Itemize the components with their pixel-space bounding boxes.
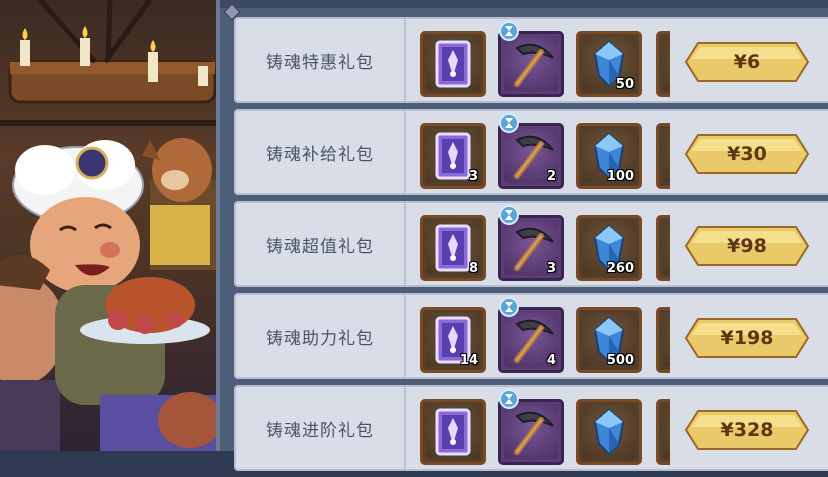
item-slot[interactable]: 3	[420, 123, 486, 189]
gift-pack-row: 铸魂特惠礼包 50 ¥6	[234, 17, 828, 103]
item-count: 14	[459, 353, 478, 368]
pack-title: 铸魂进阶礼包	[236, 387, 406, 469]
price-label: ¥30	[727, 143, 767, 165]
item-slot-partial	[656, 307, 670, 375]
item-slot[interactable]: 3	[498, 205, 564, 281]
pack-title: 铸魂补给礼包	[236, 111, 406, 193]
item-slot[interactable]	[420, 31, 486, 97]
item-slot[interactable]: 14	[420, 307, 486, 373]
soul-card-icon	[435, 408, 471, 456]
item-count: 50	[615, 77, 634, 92]
item-count: 8	[468, 261, 478, 276]
gift-pack-row: 铸魂超值礼包 8 3 260 ¥98	[234, 201, 828, 287]
item-count: 100	[606, 169, 634, 184]
pack-title: 铸魂超值礼包	[236, 203, 406, 285]
item-slot[interactable]: 8	[420, 215, 486, 281]
item-slot[interactable]: 4	[498, 297, 564, 373]
price-button[interactable]: ¥30	[684, 133, 810, 175]
item-slot[interactable]: 50	[576, 31, 642, 97]
gift-pack-row: 铸魂助力礼包 14 4 500 ¥198	[234, 293, 828, 379]
item-slot[interactable]	[498, 389, 564, 465]
item-slot[interactable]: 2	[498, 113, 564, 189]
item-slot[interactable]: 500	[576, 307, 642, 373]
item-count: 260	[606, 261, 634, 276]
item-slot[interactable]	[498, 21, 564, 97]
pickaxe-icon	[514, 43, 554, 87]
tavern-illustration	[0, 0, 222, 451]
price-button[interactable]: ¥198	[684, 317, 810, 359]
price-button[interactable]: ¥98	[684, 225, 810, 267]
item-slot-partial	[656, 399, 670, 467]
item-count: 3	[468, 169, 478, 184]
item-slot[interactable]: 260	[576, 215, 642, 281]
pack-title: 铸魂助力礼包	[236, 295, 406, 377]
gift-pack-list: 铸魂特惠礼包 50 ¥6 铸魂补给礼包 3 2 100 ¥30 铸魂超值礼包 8…	[234, 17, 828, 477]
item-slot[interactable]: 100	[576, 123, 642, 189]
item-count: 2	[546, 169, 556, 184]
gift-pack-row: 铸魂进阶礼包 ¥328	[234, 385, 828, 471]
price-label: ¥198	[720, 327, 774, 349]
gift-pack-panel: 铸魂特惠礼包 50 ¥6 铸魂补给礼包 3 2 100 ¥30 铸魂超值礼包 8…	[216, 0, 828, 471]
gift-pack-row: 铸魂补给礼包 3 2 100 ¥30	[234, 109, 828, 195]
item-slot-partial	[656, 31, 670, 99]
price-button[interactable]: ¥328	[684, 409, 810, 451]
item-slot[interactable]	[420, 399, 486, 465]
item-slot[interactable]	[576, 399, 642, 465]
item-slot-partial	[656, 215, 670, 283]
item-count: 3	[546, 261, 556, 276]
item-slot-partial	[656, 123, 670, 191]
tavern-scene-art	[0, 0, 222, 451]
item-count: 4	[546, 353, 556, 368]
price-label: ¥98	[727, 235, 767, 257]
pack-title: 铸魂特惠礼包	[236, 19, 406, 101]
price-label: ¥328	[720, 419, 774, 441]
soul-card-icon	[435, 40, 471, 88]
price-button[interactable]: ¥6	[684, 41, 810, 83]
item-count: 500	[606, 353, 634, 368]
pickaxe-icon	[514, 411, 554, 455]
panel-top-bar	[220, 0, 828, 8]
blue-crystal-icon	[593, 408, 625, 456]
price-label: ¥6	[733, 51, 761, 73]
